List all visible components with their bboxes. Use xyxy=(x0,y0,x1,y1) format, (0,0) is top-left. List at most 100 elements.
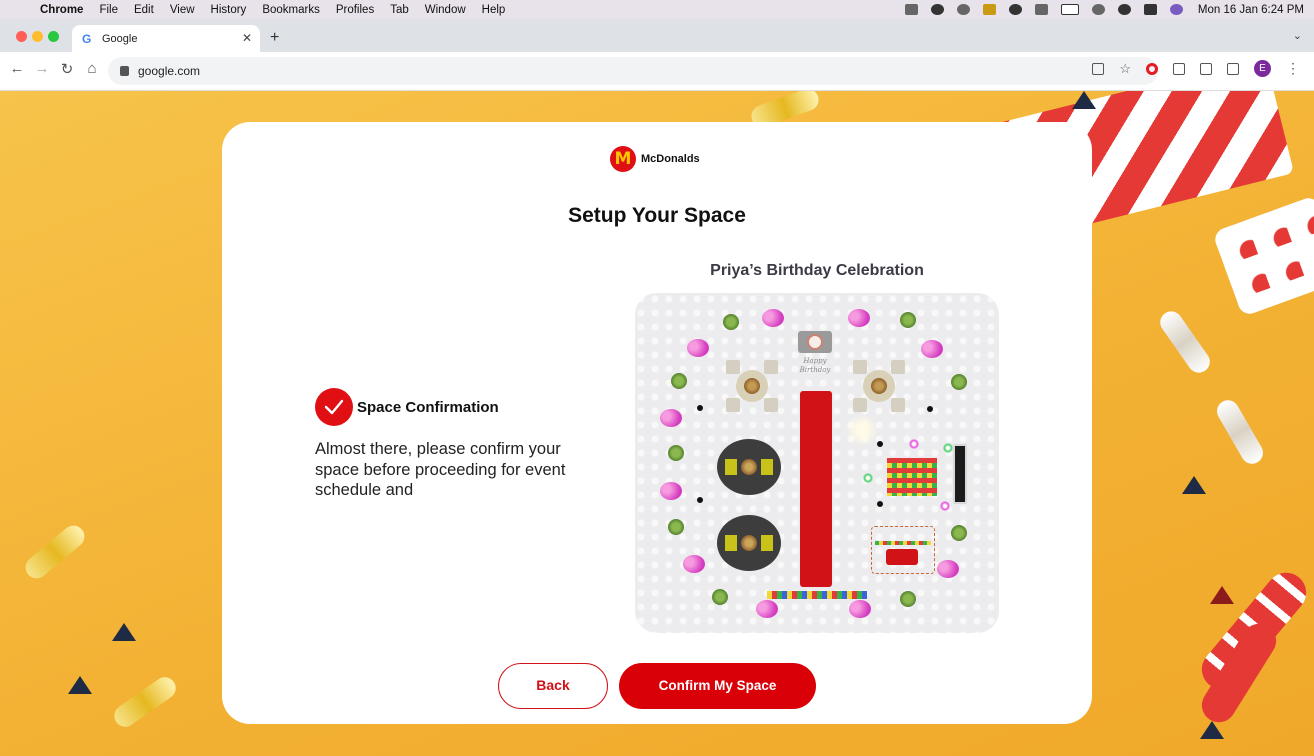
profile-avatar[interactable]: E xyxy=(1254,60,1271,77)
status-app-icon[interactable] xyxy=(1008,4,1022,15)
speaker-icon xyxy=(697,497,703,503)
browser-tab-google[interactable]: G Google ✕ xyxy=(72,25,260,52)
tab-search-chevron-icon[interactable]: ⌄ xyxy=(1293,29,1302,42)
balloon-icon xyxy=(660,409,682,427)
menu-history[interactable]: History xyxy=(211,4,247,16)
venue-floor-plan: Happy Birthday xyxy=(635,293,999,633)
side-panel-icon[interactable] xyxy=(1227,62,1239,75)
menu-view[interactable]: View xyxy=(170,4,195,16)
back-arrow-icon[interactable]: ← xyxy=(8,60,26,77)
stage-light-icon xyxy=(909,439,919,449)
spotlight-glow xyxy=(845,413,879,447)
speaker-icon xyxy=(927,406,933,412)
google-favicon-icon: G xyxy=(82,31,92,46)
camera-extension-icon[interactable] xyxy=(1173,62,1185,75)
plant-icon xyxy=(712,589,728,605)
reload-icon[interactable]: ↻ xyxy=(58,60,76,78)
wifi-icon[interactable] xyxy=(1091,4,1105,15)
star-confetti-icon xyxy=(1072,91,1096,109)
plant-icon xyxy=(951,525,967,541)
menu-help[interactable]: Help xyxy=(482,4,506,16)
more-menu-icon[interactable]: ⋮ xyxy=(1286,60,1300,77)
balloon-icon xyxy=(921,340,943,358)
plant-icon xyxy=(951,374,967,390)
menu-app-name[interactable]: Chrome xyxy=(40,4,83,16)
plant-icon xyxy=(900,312,916,328)
back-button[interactable]: Back xyxy=(498,663,608,709)
star-confetti-icon xyxy=(1182,476,1206,494)
toolbar-actions: ☆ E ⋮ xyxy=(1092,60,1300,77)
brand-header: M McDonalds xyxy=(610,146,700,172)
balloon-icon xyxy=(849,600,871,618)
event-title: Priya’s Birthday Celebration xyxy=(710,262,924,279)
stage-light-icon xyxy=(863,473,873,483)
status-app-icon[interactable] xyxy=(982,4,996,15)
ribbon-curl-decoration xyxy=(1212,396,1268,468)
address-bar[interactable]: google.com xyxy=(108,57,1158,85)
plant-icon xyxy=(900,591,916,607)
plant-icon xyxy=(671,373,687,389)
share-icon[interactable] xyxy=(1092,62,1105,75)
star-confetti-icon xyxy=(1200,721,1224,739)
bluetooth-icon[interactable] xyxy=(1034,4,1048,15)
home-icon[interactable]: ⌂ xyxy=(83,60,101,77)
stage-light-icon xyxy=(943,443,953,453)
macos-menubar: Chrome File Edit View History Bookmarks … xyxy=(0,0,1314,19)
balloon-icon xyxy=(937,560,959,578)
status-app-icon[interactable] xyxy=(930,4,944,15)
opera-extension-icon[interactable] xyxy=(1146,62,1158,75)
star-confetti-icon xyxy=(1210,586,1234,604)
mcdonalds-logo-icon: M xyxy=(610,146,636,172)
menu-window[interactable]: Window xyxy=(425,4,466,16)
menu-file[interactable]: File xyxy=(99,4,118,16)
polka-dot-hat-decoration xyxy=(1211,194,1314,318)
stage-screen xyxy=(953,444,967,504)
bookmark-star-icon[interactable]: ☆ xyxy=(1119,61,1131,77)
bunting-decoration xyxy=(767,591,867,599)
menu-bookmarks[interactable]: Bookmarks xyxy=(262,4,320,16)
search-icon[interactable] xyxy=(1117,4,1131,15)
round-dining-table xyxy=(717,515,781,571)
ribbon-curl-decoration xyxy=(110,672,180,732)
confirm-my-space-button[interactable]: Confirm My Space xyxy=(619,663,816,709)
page-title: Setup Your Space xyxy=(568,204,746,227)
gift-table xyxy=(871,526,935,574)
step-description: Almost there, please confirm your space … xyxy=(315,440,566,499)
round-dining-table xyxy=(717,439,781,495)
new-tab-button[interactable]: + xyxy=(270,29,279,47)
lock-icon[interactable] xyxy=(120,66,129,76)
menu-edit[interactable]: Edit xyxy=(134,4,154,16)
plant-icon xyxy=(723,314,739,330)
menu-profiles[interactable]: Profiles xyxy=(336,4,374,16)
siri-icon[interactable] xyxy=(1169,4,1183,15)
setup-space-card: M McDonalds Setup Your Space Space Confi… xyxy=(222,122,1092,724)
brand-name: McDonalds xyxy=(641,153,700,165)
browser-tabstrip: G Google ✕ + ⌄ xyxy=(0,19,1314,52)
browser-toolbar: ← → ↻ ⌂ google.com ☆ E ⋮ xyxy=(0,52,1314,91)
close-tab-icon[interactable]: ✕ xyxy=(242,31,252,45)
status-app-icon[interactable] xyxy=(904,4,918,15)
dance-floor xyxy=(887,458,937,496)
stage-light-icon xyxy=(940,501,950,511)
bunting-decoration xyxy=(875,541,931,545)
control-center-icon[interactable] xyxy=(1143,4,1157,15)
red-carpet-runway xyxy=(800,391,832,587)
step-title: Space Confirmation xyxy=(357,399,499,416)
window-minimize-button[interactable] xyxy=(32,31,43,42)
menubar-clock[interactable]: Mon 16 Jan 6:24 PM xyxy=(1198,4,1304,16)
extensions-puzzle-icon[interactable] xyxy=(1200,62,1212,75)
window-zoom-button[interactable] xyxy=(48,31,59,42)
forward-arrow-icon[interactable]: → xyxy=(33,60,51,77)
plant-icon xyxy=(668,519,684,535)
balloon-icon xyxy=(683,555,705,573)
speaker-icon xyxy=(877,441,883,447)
plant-icon xyxy=(668,445,684,461)
menu-tab[interactable]: Tab xyxy=(390,4,409,16)
status-app-icon[interactable] xyxy=(956,4,970,15)
ribbon-curl-decoration xyxy=(21,521,89,583)
url-text[interactable]: google.com xyxy=(138,64,200,78)
star-confetti-icon xyxy=(112,623,136,641)
balloon-icon xyxy=(762,309,784,327)
window-close-button[interactable] xyxy=(16,31,27,42)
battery-icon[interactable] xyxy=(1060,4,1079,15)
